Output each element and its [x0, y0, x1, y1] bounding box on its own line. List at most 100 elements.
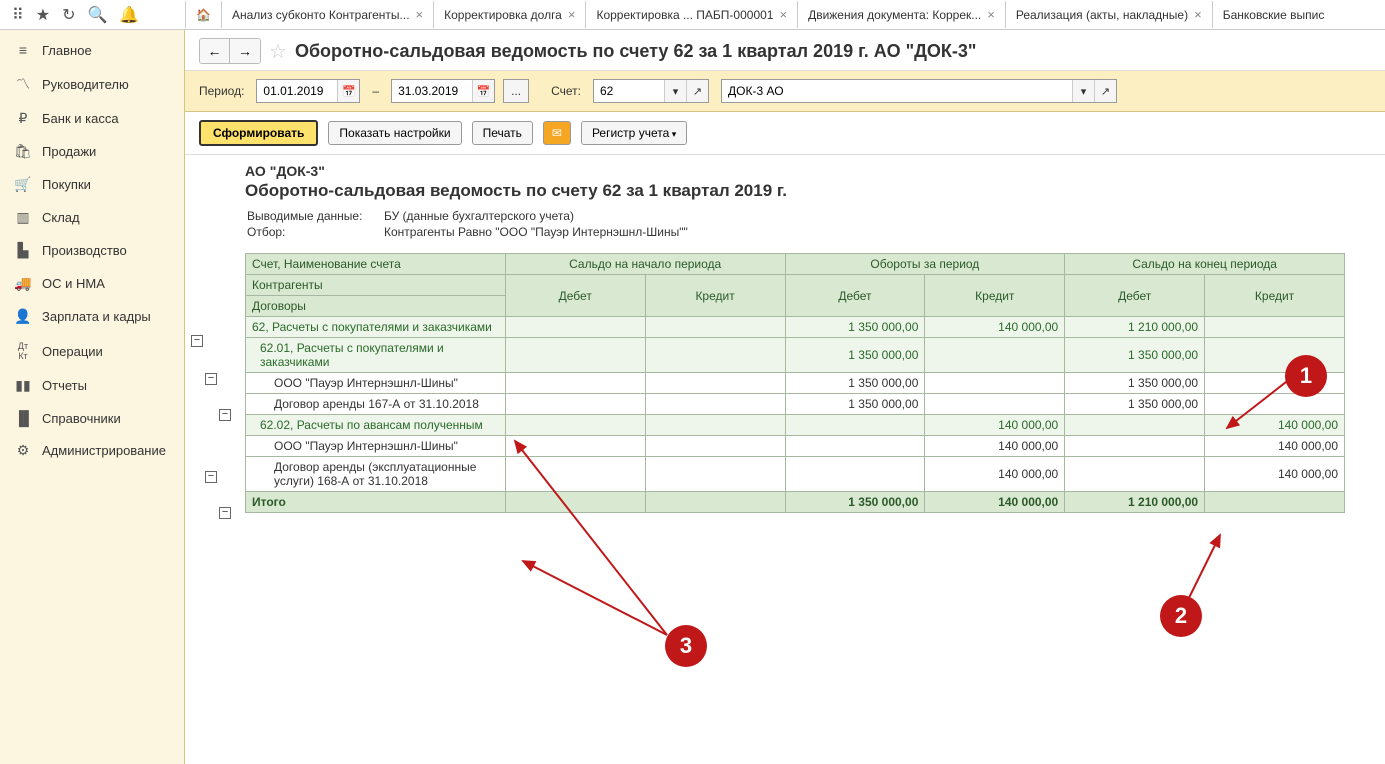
table-row[interactable]: Договор аренды (эксплуатационные услуги)… — [246, 457, 1345, 492]
star-icon[interactable]: ★ — [36, 5, 50, 25]
report-org: АО "ДОК-3" — [245, 163, 1385, 179]
sidebar-label: Производство — [42, 243, 127, 258]
sidebar-label: Зарплата и кадры — [42, 309, 151, 324]
tab-item[interactable]: Анализ субконто Контрагенты...× — [221, 1, 433, 28]
account-label: Счет: — [551, 84, 581, 98]
expand-toggle[interactable]: − — [219, 507, 231, 519]
tab-item[interactable]: Движения документа: Коррек...× — [797, 1, 1005, 28]
nav-back-button[interactable]: ← — [200, 39, 230, 63]
cell-value: 140 000,00 — [925, 415, 1065, 436]
sidebar-item-hr[interactable]: 👤Зарплата и кадры — [0, 300, 184, 333]
sidebar-item-admin[interactable]: ⚙Администрирование — [0, 434, 184, 467]
tab-item[interactable]: Банковские выпис — [1212, 1, 1335, 28]
report-meta: Выводимые данные:БУ (данные бухгалтерско… — [245, 207, 690, 241]
sidebar-item-production[interactable]: ▙Производство — [0, 234, 184, 267]
sidebar-item-main[interactable]: ≡Главное — [0, 34, 184, 66]
expand-toggle[interactable]: − — [205, 373, 217, 385]
tab-bar: 🏠 Анализ субконто Контрагенты...× Коррек… — [185, 1, 1385, 28]
tab-home[interactable]: 🏠 — [185, 1, 221, 28]
tab-item[interactable]: Корректировка ... ПАБП-000001× — [585, 1, 797, 28]
table-row[interactable]: ООО "Пауэр Интернэшнл-Шины" 140 000,00 1… — [246, 436, 1345, 457]
cell-value: 140 000,00 — [925, 317, 1065, 338]
dropdown-icon[interactable]: ▾ — [1072, 80, 1094, 102]
period-picker-button[interactable]: ... — [503, 79, 529, 103]
tab-label: Банковские выпис — [1223, 8, 1325, 22]
chart-icon: 〽 — [14, 74, 32, 94]
open-icon[interactable]: ↗ — [686, 80, 708, 102]
sidebar: ≡Главное 〽Руководителю ₽Банк и касса 🛍Пр… — [0, 30, 185, 764]
sidebar-item-reports[interactable]: ▮▮Отчеты — [0, 369, 184, 402]
sidebar-item-purchases[interactable]: 🛒Покупки — [0, 168, 184, 201]
close-icon[interactable]: × — [568, 7, 576, 22]
cell-value: 1 350 000,00 — [1065, 373, 1205, 394]
cell-name: 62.01, Расчеты с покупателями и заказчик… — [246, 338, 506, 373]
close-icon[interactable]: × — [416, 7, 424, 22]
search-icon[interactable]: 🔍 — [87, 5, 107, 25]
print-button[interactable]: Печать — [472, 121, 533, 145]
date-from-field[interactable]: 📅 — [256, 79, 360, 103]
date-to-field[interactable]: 📅 — [391, 79, 495, 103]
org-input[interactable] — [722, 80, 1072, 102]
expand-toggle[interactable]: − — [205, 471, 217, 483]
sidebar-item-bank[interactable]: ₽Банк и касса — [0, 102, 184, 135]
books-icon: ▐▌ — [14, 410, 32, 426]
sidebar-label: Продажи — [42, 144, 96, 159]
open-icon[interactable]: ↗ — [1094, 80, 1116, 102]
account-field[interactable]: ▾ ↗ — [593, 79, 709, 103]
close-icon[interactable]: × — [1194, 7, 1202, 22]
date-from-input[interactable] — [257, 80, 337, 102]
cart-icon: 🛒 — [14, 176, 32, 193]
expand-toggle[interactable]: − — [191, 335, 203, 347]
calendar-icon[interactable]: 📅 — [472, 80, 494, 102]
table-row[interactable]: 62.02, Расчеты по авансам полученным 140… — [246, 415, 1345, 436]
cell-value: 1 350 000,00 — [1065, 338, 1205, 373]
table-row-total: Итого 1 350 000,00 140 000,00 1 210 000,… — [246, 492, 1345, 513]
tab-item[interactable]: Реализация (акты, накладные)× — [1005, 1, 1212, 28]
history-icon[interactable]: ↻ — [62, 5, 75, 25]
cell-name: ООО "Пауэр Интернэшнл-Шины" — [246, 436, 506, 457]
sidebar-item-sales[interactable]: 🛍Продажи — [0, 135, 184, 168]
date-to-input[interactable] — [392, 80, 472, 102]
callout-1: 1 — [1285, 355, 1327, 397]
tab-label: Корректировка долга — [444, 8, 562, 22]
table-row[interactable]: ООО "Пауэр Интернэшнл-Шины" 1 350 000,00… — [246, 373, 1345, 394]
sidebar-item-warehouse[interactable]: ▥Склад — [0, 201, 184, 234]
tab-item[interactable]: Корректировка долга × — [433, 1, 585, 28]
mail-button[interactable]: ✉ — [543, 121, 571, 145]
col-credit: Кредит — [925, 275, 1065, 317]
sidebar-item-operations[interactable]: ДтКтОперации — [0, 333, 184, 369]
cell-value: 140 000,00 — [925, 436, 1065, 457]
cell-value: 1 350 000,00 — [785, 492, 925, 513]
sidebar-label: Банк и касса — [42, 111, 119, 126]
meta-label: Выводимые данные: — [247, 209, 382, 223]
cell-value: 140 000,00 — [1205, 415, 1345, 436]
favorite-icon[interactable]: ☆ — [269, 39, 287, 64]
account-input[interactable] — [594, 80, 664, 102]
sidebar-item-catalogs[interactable]: ▐▌Справочники — [0, 402, 184, 434]
table-row[interactable]: Договор аренды 167-А от 31.10.2018 1 350… — [246, 394, 1345, 415]
table-row[interactable]: 62.01, Расчеты с покупателями и заказчик… — [246, 338, 1345, 373]
expand-toggle[interactable]: − — [219, 409, 231, 421]
close-icon[interactable]: × — [779, 7, 787, 22]
warehouse-icon: ▥ — [14, 209, 32, 226]
apps-icon[interactable]: ⠿ — [12, 5, 24, 25]
cell-name: 62.02, Расчеты по авансам полученным — [246, 415, 506, 436]
bell-icon[interactable]: 🔔 — [119, 5, 139, 25]
truck-icon: 🚚 — [14, 275, 32, 292]
callout-2: 2 — [1160, 595, 1202, 637]
show-settings-button[interactable]: Показать настройки — [328, 121, 461, 145]
org-field[interactable]: ▾ ↗ — [721, 79, 1117, 103]
nav-forward-button[interactable]: → — [230, 39, 260, 63]
dropdown-icon[interactable]: ▾ — [664, 80, 686, 102]
registry-button[interactable]: Регистр учета — [581, 121, 687, 145]
table-row[interactable]: 62, Расчеты с покупателями и заказчиками… — [246, 317, 1345, 338]
main-panel: ← → ☆ Оборотно-сальдовая ведомость по сч… — [185, 30, 1385, 764]
close-icon[interactable]: × — [987, 7, 995, 22]
cell-name: Договор аренды (эксплуатационные услуги)… — [246, 457, 506, 492]
calendar-icon[interactable]: 📅 — [337, 80, 359, 102]
sidebar-item-manager[interactable]: 〽Руководителю — [0, 66, 184, 102]
generate-button[interactable]: Сформировать — [199, 120, 318, 146]
sidebar-item-assets[interactable]: 🚚ОС и НМА — [0, 267, 184, 300]
col-turn: Обороты за период — [785, 254, 1065, 275]
cell-value: 140 000,00 — [925, 457, 1065, 492]
